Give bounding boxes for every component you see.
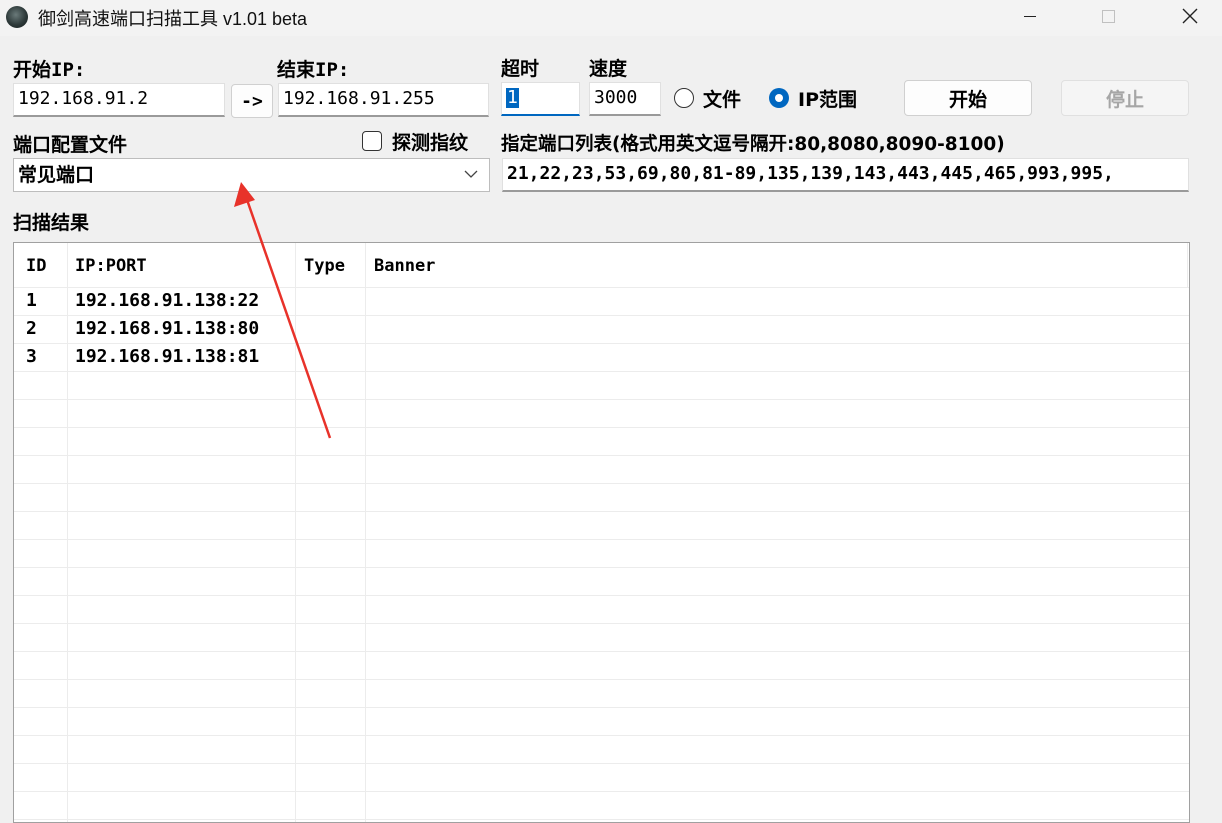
row-gridline: [14, 791, 1189, 792]
row-gridline: [14, 427, 1189, 428]
row-gridline: [14, 399, 1189, 400]
row-gridline: [14, 455, 1189, 456]
probe-fingerprint-label: 探测指纹: [392, 132, 469, 154]
cell-id: 3: [26, 346, 37, 367]
row-gridline: [14, 511, 1189, 512]
cell-id: 1: [26, 290, 37, 311]
radio-ip-range-label: IP范围: [798, 89, 857, 111]
port-list-input[interactable]: 21,22,23,53,69,80,81-89,135,139,143,443,…: [502, 158, 1189, 192]
radio-ip-range[interactable]: [769, 88, 789, 108]
cell-ip-port: 192.168.91.138:22: [75, 290, 260, 311]
cell-ip-port: 192.168.91.138:80: [75, 318, 260, 339]
scan-results-label: 扫描结果: [13, 212, 90, 234]
cell-ip-port: 192.168.91.138:81: [75, 346, 260, 367]
column-header-id[interactable]: ID: [26, 256, 46, 276]
timeout-label: 超时: [501, 58, 540, 80]
row-gridline: [14, 763, 1189, 764]
timeout-value: 1: [506, 87, 519, 108]
row-gridline: [14, 343, 1189, 344]
row-gridline: [14, 623, 1189, 624]
row-gridline: [14, 735, 1189, 736]
end-ip-input[interactable]: 192.168.91.255: [278, 83, 489, 117]
row-gridline: [14, 287, 1189, 288]
start-ip-input[interactable]: 192.168.91.2: [13, 83, 225, 117]
probe-fingerprint-checkbox[interactable]: [362, 131, 382, 151]
arrow-button[interactable]: ->: [231, 84, 273, 118]
speed-input[interactable]: 3000: [589, 82, 661, 116]
start-button[interactable]: 开始: [904, 80, 1032, 116]
column-header-type[interactable]: Type: [304, 256, 345, 276]
window-title: 御剑高速端口扫描工具 v1.01 beta: [38, 9, 308, 29]
port-config-select[interactable]: 常见端口: [13, 158, 490, 192]
title-bar: 御剑高速端口扫描工具 v1.01 beta: [0, 0, 1222, 36]
stop-button[interactable]: 停止: [1061, 80, 1189, 116]
cell-id: 2: [26, 318, 37, 339]
row-gridline: [14, 679, 1189, 680]
row-gridline: [14, 315, 1189, 316]
row-gridline: [14, 595, 1189, 596]
row-gridline: [14, 707, 1189, 708]
maximize-icon: [1101, 9, 1115, 23]
port-list-label: 指定端口列表(格式用英文逗号隔开:80,8080,8090-8100): [501, 134, 1005, 155]
start-ip-label: 开始IP:: [13, 59, 86, 81]
results-table[interactable]: ID IP:PORT Type Banner 1 192.168.91.138:…: [13, 242, 1190, 823]
row-gridline: [14, 567, 1189, 568]
column-header-banner[interactable]: Banner: [374, 256, 435, 276]
radio-file[interactable]: [674, 88, 694, 108]
speed-label: 速度: [589, 58, 628, 80]
port-config-value: 常见端口: [18, 164, 95, 186]
row-gridline: [14, 483, 1189, 484]
timeout-input[interactable]: 1: [501, 82, 580, 116]
row-gridline: [14, 539, 1189, 540]
maximize-button[interactable]: [1078, 0, 1138, 32]
row-gridline: [14, 651, 1189, 652]
row-gridline: [14, 819, 1189, 820]
minimize-icon: [1024, 15, 1036, 17]
app-icon: [6, 6, 28, 28]
row-gridline: [14, 371, 1189, 372]
end-ip-label: 结束IP:: [277, 59, 350, 81]
chevron-down-icon: [464, 170, 478, 178]
minimize-button[interactable]: [1000, 0, 1060, 32]
radio-file-label: 文件: [703, 89, 742, 111]
port-config-label: 端口配置文件: [13, 134, 128, 156]
close-icon: [1182, 8, 1198, 24]
column-divider: [1187, 243, 1188, 287]
column-header-ip-port[interactable]: IP:PORT: [75, 256, 147, 276]
close-button[interactable]: [1160, 0, 1220, 32]
